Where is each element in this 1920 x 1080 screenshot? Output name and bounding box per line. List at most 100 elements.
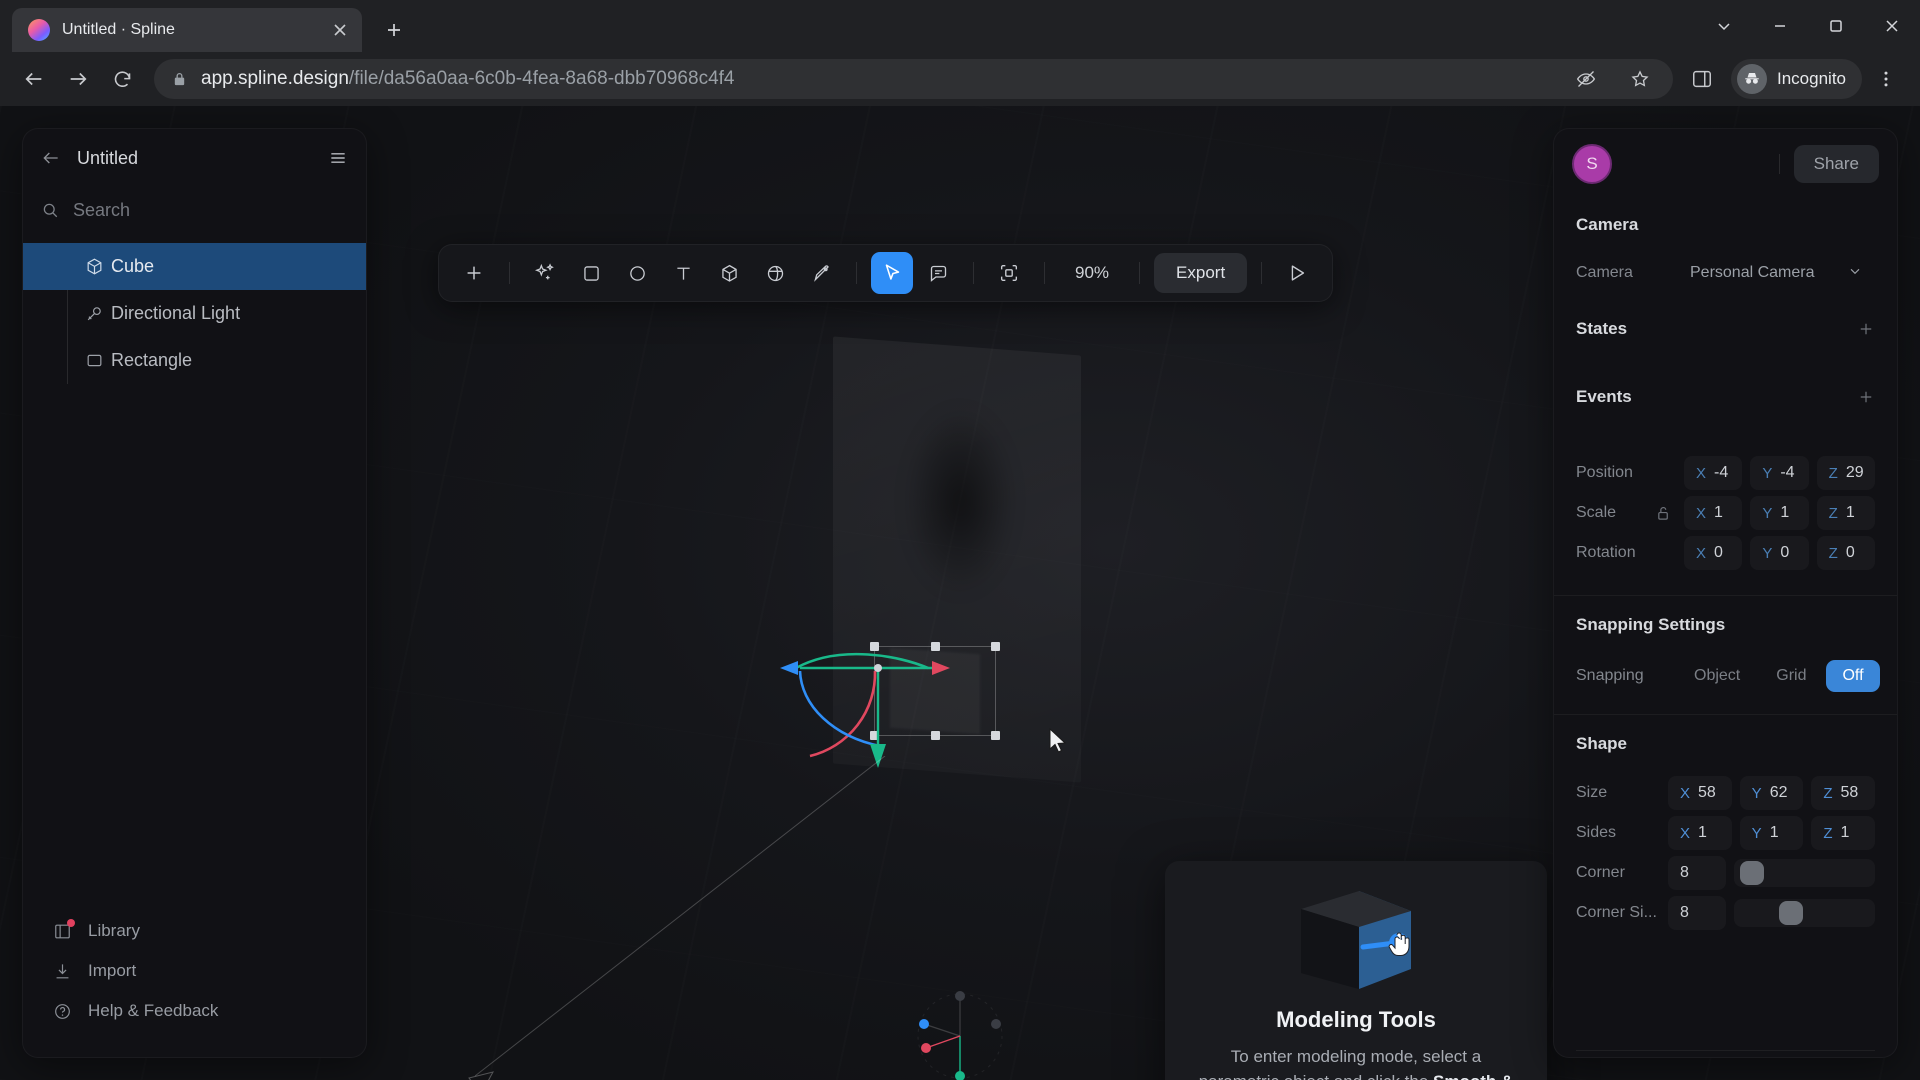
- tooltip-body: To enter modeling mode, select a paramet…: [1193, 1045, 1519, 1080]
- scale-x-field[interactable]: X1: [1684, 496, 1742, 530]
- snapping-option-grid[interactable]: Grid: [1760, 660, 1822, 692]
- scale-y-field[interactable]: Y1: [1750, 496, 1808, 530]
- new-tab-icon[interactable]: [376, 12, 412, 48]
- rotation-x-field[interactable]: X0: [1684, 536, 1742, 570]
- cube-3d-icon[interactable]: [708, 252, 750, 294]
- sides-x-field[interactable]: X1: [1668, 816, 1732, 850]
- rotation-y-field[interactable]: Y0: [1750, 536, 1808, 570]
- play-icon[interactable]: [1276, 252, 1318, 294]
- object-item-rectangle[interactable]: Rectangle: [23, 337, 366, 384]
- snapping-option-object[interactable]: Object: [1678, 660, 1756, 692]
- corner-sides-value-field[interactable]: 8: [1668, 896, 1726, 930]
- back-icon[interactable]: [14, 59, 54, 99]
- third-party-cookie-blocked-icon[interactable]: [1567, 60, 1605, 98]
- text-icon[interactable]: [662, 252, 704, 294]
- ellipse-icon[interactable]: [616, 252, 658, 294]
- comment-icon[interactable]: [917, 252, 959, 294]
- size-x-field[interactable]: X 58: [1668, 776, 1732, 810]
- corner-value-field[interactable]: 8: [1668, 856, 1726, 890]
- scale-z-field[interactable]: Z1: [1817, 496, 1875, 530]
- spline-app: Untitled Cube Directional Light: [0, 106, 1920, 1080]
- browser-toolbar: app.spline.design/file/da56a0aa-6c0b-4fe…: [0, 52, 1920, 106]
- sphere-icon[interactable]: [754, 252, 796, 294]
- side-panel-icon[interactable]: [1683, 60, 1721, 98]
- add-event-button[interactable]: [1857, 388, 1875, 406]
- rotation-z-field[interactable]: Z0: [1817, 536, 1875, 570]
- maximize-icon[interactable]: [1808, 0, 1864, 52]
- position-z-field[interactable]: Z 29: [1817, 456, 1875, 490]
- main-toolbar: 90% Export: [438, 244, 1334, 302]
- corner-slider-knob[interactable]: [1739, 861, 1764, 885]
- position-y-field[interactable]: Y -4: [1750, 456, 1808, 490]
- corner-slider[interactable]: [1734, 859, 1875, 887]
- search-input[interactable]: [73, 199, 348, 221]
- snapping-option-off[interactable]: Off: [1826, 660, 1880, 692]
- reload-icon[interactable]: [102, 59, 142, 99]
- axis-label: Z: [1828, 504, 1838, 522]
- chevron-down-icon: [1847, 263, 1863, 284]
- add-icon[interactable]: [453, 252, 495, 294]
- import-download-icon: [53, 962, 72, 981]
- position-x-field[interactable]: X -4: [1684, 456, 1742, 490]
- axis-label: Y: [1751, 824, 1762, 842]
- size-y-field[interactable]: Y 62: [1740, 776, 1804, 810]
- forward-icon[interactable]: [58, 59, 98, 99]
- close-window-icon[interactable]: [1864, 0, 1920, 52]
- close-icon[interactable]: [326, 16, 354, 44]
- corner-row: Corner 8: [1554, 853, 1897, 893]
- viewport-orbit-gizmo[interactable]: [900, 976, 1020, 1080]
- help-circle-icon: [53, 1002, 72, 1021]
- tab-title: Untitled · Spline: [62, 21, 175, 38]
- avatar[interactable]: S: [1572, 144, 1612, 184]
- square-icon[interactable]: [570, 252, 612, 294]
- frame-icon[interactable]: [988, 252, 1030, 294]
- search-row[interactable]: [23, 187, 366, 233]
- zoom-level[interactable]: 90%: [1059, 263, 1125, 283]
- axis-label: Z: [1828, 544, 1838, 562]
- modeling-cube-illustration: [1271, 881, 1441, 1001]
- corner-sides-value: 8: [1680, 904, 1689, 921]
- camera-select[interactable]: Personal Camera: [1678, 256, 1875, 290]
- hamburger-menu-icon[interactable]: [328, 148, 348, 168]
- sidebar-item-import[interactable]: Import: [23, 951, 366, 991]
- sidebar-label: Import: [88, 961, 137, 980]
- snapping-label: Snapping: [1576, 667, 1644, 684]
- pen-tool-icon[interactable]: [800, 252, 842, 294]
- corner-sides-slider[interactable]: [1734, 899, 1875, 927]
- sides-y-field[interactable]: Y1: [1740, 816, 1804, 850]
- project-title[interactable]: Untitled: [77, 148, 312, 169]
- corner-sides-slider-knob[interactable]: [1779, 901, 1804, 925]
- object-label: Rectangle: [111, 350, 193, 370]
- chrome-menu-icon[interactable]: [1866, 59, 1906, 99]
- share-button[interactable]: Share: [1793, 145, 1879, 183]
- object-item-directional-light[interactable]: Directional Light: [23, 290, 366, 337]
- address-bar[interactable]: app.spline.design/file/da56a0aa-6c0b-4fe…: [154, 59, 1673, 99]
- sides-z-field[interactable]: Z1: [1811, 816, 1875, 850]
- lock-aspect-icon[interactable]: [1656, 506, 1676, 521]
- sidebar-item-help-feedback[interactable]: Help & Feedback: [23, 991, 366, 1031]
- object-item-cube[interactable]: Cube: [23, 243, 366, 290]
- axis-label: Z: [1823, 784, 1833, 802]
- axis-value: -4: [1714, 464, 1729, 481]
- sidebar-item-library[interactable]: Library: [23, 911, 366, 951]
- toolbar-divider: [509, 262, 510, 284]
- minimize-icon[interactable]: [1752, 0, 1808, 52]
- snapping-row: Snapping Object Grid Off: [1554, 654, 1897, 698]
- size-z-field[interactable]: Z 58: [1811, 776, 1875, 810]
- search-icon: [43, 203, 58, 218]
- incognito-profile-button[interactable]: Incognito: [1731, 59, 1862, 99]
- browser-tab[interactable]: Untitled · Spline: [12, 8, 362, 52]
- select-cursor-icon[interactable]: [871, 252, 913, 294]
- section-title: Camera: [1576, 215, 1639, 234]
- back-arrow-icon[interactable]: [41, 148, 61, 168]
- ai-sparkle-icon[interactable]: [524, 252, 566, 294]
- toolbar-divider: [856, 262, 857, 284]
- bookmark-star-icon[interactable]: [1621, 60, 1659, 98]
- export-button[interactable]: Export: [1154, 253, 1248, 293]
- object-label: Directional Light: [111, 303, 241, 323]
- modeling-tools-tooltip: Modeling Tools To enter modeling mode, s…: [1165, 861, 1547, 1080]
- sides-label: Sides: [1576, 824, 1617, 841]
- minimize-to-tray-icon[interactable]: [1696, 0, 1752, 52]
- add-state-button[interactable]: [1857, 320, 1875, 338]
- rotation-row: Rotation X0 Y0 Z0: [1554, 533, 1897, 573]
